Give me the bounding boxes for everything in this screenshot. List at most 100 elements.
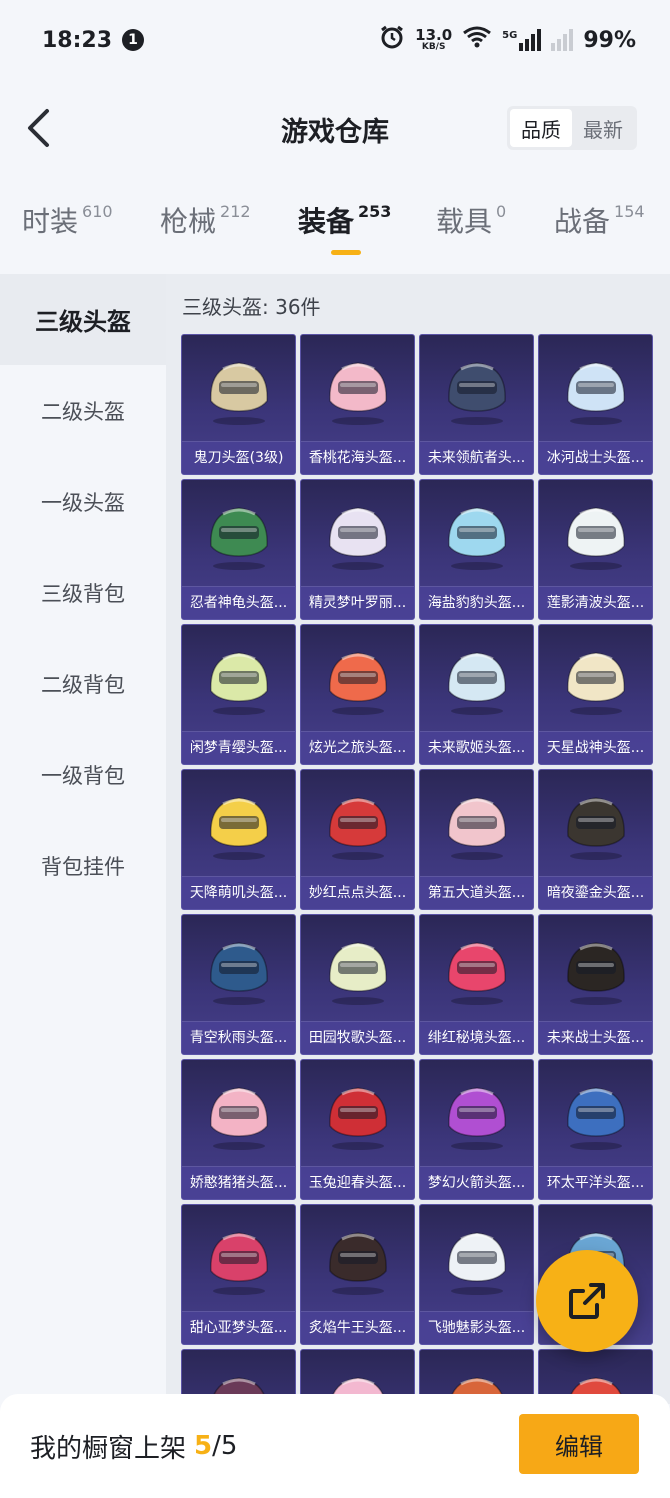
- helmet-icon: [301, 1211, 414, 1307]
- helmet-icon: [420, 1066, 533, 1162]
- sidebar-item-level2-backpack[interactable]: 二级背包: [0, 638, 166, 729]
- helmet-icon: [539, 631, 652, 727]
- item-name: 海盐豹豹头盔...: [420, 586, 533, 619]
- item-name: 玉兔迎春头盔...: [301, 1166, 414, 1199]
- tab-label: 时装: [22, 205, 79, 238]
- helmet-icon: [182, 1211, 295, 1307]
- helmet-icon: [182, 776, 295, 872]
- tab-count: 212: [220, 202, 251, 221]
- battery-level: 99%: [583, 27, 636, 53]
- helmet-icon: [182, 341, 295, 437]
- item-card[interactable]: 香桃花海头盔...: [300, 334, 415, 475]
- edit-button[interactable]: 编辑: [519, 1414, 639, 1474]
- signal-bars-secondary-icon: [551, 29, 574, 51]
- item-card[interactable]: 天降萌叽头盔...: [181, 769, 296, 910]
- helmet-icon: [182, 921, 295, 1017]
- item-name: 莲影清波头盔...: [539, 586, 652, 619]
- item-card[interactable]: 环太平洋头盔...: [538, 1059, 653, 1200]
- wifi-icon: [462, 26, 492, 54]
- clock: 18:23: [42, 27, 113, 53]
- item-card[interactable]: 飞驰魅影头盔...: [419, 1204, 534, 1345]
- share-icon: [569, 1283, 605, 1319]
- item-card[interactable]: 闲梦青缨头盔...: [181, 624, 296, 765]
- item-name: 梦幻火箭头盔...: [420, 1166, 533, 1199]
- item-card[interactable]: 冰河战士头盔...: [538, 334, 653, 475]
- showcase-count: 5/5: [194, 1431, 237, 1461]
- sort-toggle: 品质 最新: [507, 106, 637, 150]
- item-card[interactable]: 未来歌姬头盔...: [419, 624, 534, 765]
- tab-guns[interactable]: 枪械 212: [160, 200, 251, 240]
- helmet-icon: [182, 1066, 295, 1162]
- item-name: 天降萌叽头盔...: [182, 876, 295, 909]
- item-card[interactable]: 未来领航者头...: [419, 334, 534, 475]
- helmet-icon: [539, 486, 652, 582]
- notification-badge: 1: [122, 29, 145, 51]
- item-card[interactable]: 娇憨猪猪头盔...: [181, 1059, 296, 1200]
- item-card[interactable]: 甜心亚梦头盔...: [181, 1204, 296, 1345]
- item-card[interactable]: 暗夜鎏金头盔...: [538, 769, 653, 910]
- tab-fashion[interactable]: 时装 610: [22, 200, 113, 240]
- item-card[interactable]: 天星战神头盔...: [538, 624, 653, 765]
- item-card[interactable]: 梦幻火箭头盔...: [419, 1059, 534, 1200]
- sidebar-item-level3-backpack[interactable]: 三级背包: [0, 547, 166, 638]
- tab-count: 154: [614, 202, 645, 221]
- item-card[interactable]: 第五大道头盔...: [419, 769, 534, 910]
- item-card[interactable]: 炫光之旅头盔...: [300, 624, 415, 765]
- item-card[interactable]: 海盐豹豹头盔...: [419, 479, 534, 620]
- item-name: 冰河战士头盔...: [539, 441, 652, 474]
- tab-label: 装备: [298, 205, 355, 238]
- sort-newest-button[interactable]: 最新: [572, 109, 634, 147]
- item-name: 未来战士头盔...: [539, 1021, 652, 1054]
- item-name: 鬼刀头盔(3级): [182, 441, 295, 474]
- helmet-icon: [420, 1211, 533, 1307]
- sort-quality-button[interactable]: 品质: [510, 109, 572, 147]
- helmet-icon: [420, 486, 533, 582]
- item-name: 娇憨猪猪头盔...: [182, 1166, 295, 1199]
- item-name: 闲梦青缨头盔...: [182, 731, 295, 764]
- item-card[interactable]: 绯红秘境头盔...: [419, 914, 534, 1055]
- helmet-icon: [539, 776, 652, 872]
- nav-bar: 游戏仓库 品质 最新: [0, 96, 670, 162]
- tab-vehicles[interactable]: 载具 0: [436, 200, 506, 240]
- item-card[interactable]: 玉兔迎春头盔...: [300, 1059, 415, 1200]
- net-speed-unit: KB/S: [421, 42, 446, 52]
- showcase-count-total: 5: [220, 1431, 238, 1461]
- sidebar-item-level1-backpack[interactable]: 一级背包: [0, 729, 166, 820]
- sidebar-item-level3-helmet[interactable]: 三级头盔: [0, 274, 166, 365]
- sidebar-item-level1-helmet[interactable]: 一级头盔: [0, 456, 166, 547]
- item-name: 飞驰魅影头盔...: [420, 1311, 533, 1344]
- sidebar-item-level2-helmet[interactable]: 二级头盔: [0, 365, 166, 456]
- item-card[interactable]: 忍者神龟头盔...: [181, 479, 296, 620]
- item-card[interactable]: 炙焰牛王头盔...: [300, 1204, 415, 1345]
- item-card[interactable]: 妙红点点头盔...: [300, 769, 415, 910]
- showcase-bar: 我的橱窗上架 5/5 编辑: [0, 1394, 670, 1498]
- item-card[interactable]: 未来战士头盔...: [538, 914, 653, 1055]
- helmet-icon: [301, 631, 414, 727]
- item-name: 绯红秘境头盔...: [420, 1021, 533, 1054]
- item-name: 暗夜鎏金头盔...: [539, 876, 652, 909]
- item-card[interactable]: 鬼刀头盔(3级): [181, 334, 296, 475]
- tab-equipment[interactable]: 装备 253: [298, 200, 391, 240]
- helmet-icon: [301, 486, 414, 582]
- status-right: 13.0 KB/S 5G 99%: [379, 24, 636, 56]
- share-button[interactable]: [536, 1250, 638, 1352]
- category-tabs: 时装 610 枪械 212 装备 253 载具 0 战备 154: [0, 200, 670, 266]
- helmet-icon: [301, 341, 414, 437]
- item-card[interactable]: 田园牧歌头盔...: [300, 914, 415, 1055]
- helmet-icon: [182, 486, 295, 582]
- item-card[interactable]: 青空秋雨头盔...: [181, 914, 296, 1055]
- tab-supplies[interactable]: 战备 154: [554, 200, 645, 240]
- item-name: 甜心亚梦头盔...: [182, 1311, 295, 1344]
- helmet-icon: [539, 341, 652, 437]
- network-label: 5G: [502, 30, 518, 41]
- item-card[interactable]: 莲影清波头盔...: [538, 479, 653, 620]
- item-card[interactable]: 精灵梦叶罗丽...: [300, 479, 415, 620]
- sidebar-item-backpack-pendant[interactable]: 背包挂件: [0, 820, 166, 911]
- helmet-icon: [301, 921, 414, 1017]
- item-name: 炙焰牛王头盔...: [301, 1311, 414, 1344]
- item-name: 青空秋雨头盔...: [182, 1021, 295, 1054]
- helmet-icon: [182, 631, 295, 727]
- item-name: 炫光之旅头盔...: [301, 731, 414, 764]
- helmet-icon: [539, 1066, 652, 1162]
- item-name: 天星战神头盔...: [539, 731, 652, 764]
